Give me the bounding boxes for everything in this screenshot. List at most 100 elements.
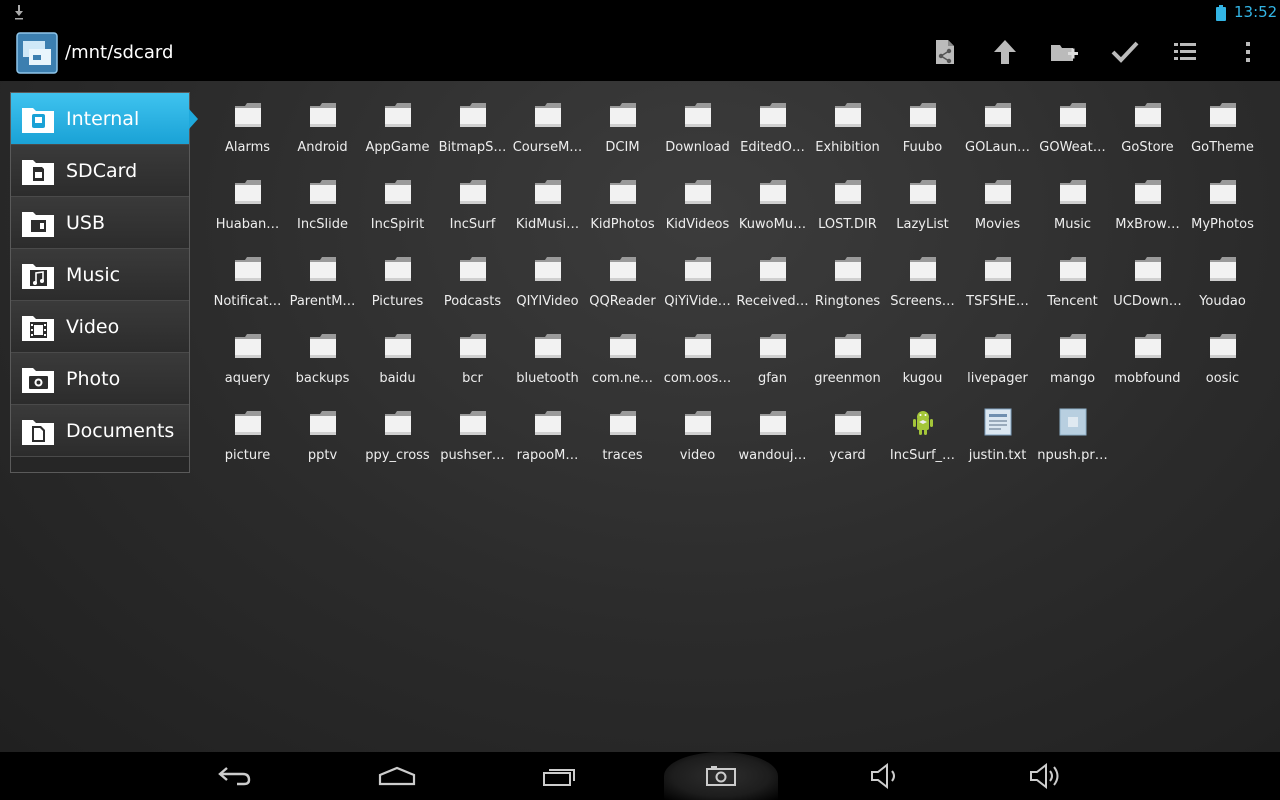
sidebar-item-internal[interactable]: Internal: [11, 93, 198, 145]
folder-item[interactable]: rapooM…: [510, 400, 585, 477]
folder-item[interactable]: EditedO…: [735, 92, 810, 169]
folder-item[interactable]: IncSlide: [285, 169, 360, 246]
folder-item[interactable]: kugou: [885, 323, 960, 400]
folder-item[interactable]: Android: [285, 92, 360, 169]
folder-item[interactable]: ppy_cross: [360, 400, 435, 477]
file-item[interactable]: IncSurf_…: [885, 400, 960, 477]
folder-item[interactable]: QiYiVide…: [660, 246, 735, 323]
folder-icon: [310, 257, 336, 281]
folder-item[interactable]: KidVideos: [660, 169, 735, 246]
folder-item[interactable]: Exhibition: [810, 92, 885, 169]
share-button[interactable]: [925, 34, 965, 70]
folder-item[interactable]: UCDown…: [1110, 246, 1185, 323]
folder-item[interactable]: bcr: [435, 323, 510, 400]
file-item[interactable]: npush.pr…: [1035, 400, 1110, 477]
folder-item[interactable]: traces: [585, 400, 660, 477]
folder-item[interactable]: GOLaun…: [960, 92, 1035, 169]
folder-item[interactable]: gfan: [735, 323, 810, 400]
folder-item[interactable]: wandouj…: [735, 400, 810, 477]
file-item[interactable]: justin.txt: [960, 400, 1035, 477]
folder-icon: [610, 103, 636, 127]
folder-item[interactable]: MxBrow…: [1110, 169, 1185, 246]
file-name: IncSurf: [449, 217, 496, 232]
folder-item[interactable]: QQReader: [585, 246, 660, 323]
sidebar-item-music[interactable]: Music: [11, 249, 189, 301]
overflow-menu-button[interactable]: [1228, 34, 1268, 70]
file-name: aquery: [224, 371, 271, 386]
home-button[interactable]: [362, 752, 432, 800]
folder-item[interactable]: Podcasts: [435, 246, 510, 323]
folder-icon: [835, 180, 861, 204]
folder-item[interactable]: Screens…: [885, 246, 960, 323]
folder-item[interactable]: AppGame: [360, 92, 435, 169]
folder-item[interactable]: IncSurf: [435, 169, 510, 246]
folder-item[interactable]: Pictures: [360, 246, 435, 323]
folder-item[interactable]: mobfound: [1110, 323, 1185, 400]
sidebar-item-photo[interactable]: Photo: [11, 353, 189, 405]
app-logo-icon[interactable]: [16, 32, 58, 74]
file-name: video: [679, 448, 716, 463]
folder-item[interactable]: Youdao: [1185, 246, 1260, 323]
folder-item[interactable]: Movies: [960, 169, 1035, 246]
folder-item[interactable]: mango: [1035, 323, 1110, 400]
folder-item[interactable]: ParentM…: [285, 246, 360, 323]
sidebar-item-documents[interactable]: Documents: [11, 405, 189, 457]
folder-item[interactable]: bluetooth: [510, 323, 585, 400]
folder-item[interactable]: CourseM…: [510, 92, 585, 169]
folder-item[interactable]: DCIM: [585, 92, 660, 169]
up-directory-button[interactable]: [985, 34, 1025, 70]
folder-icon: [310, 334, 336, 358]
folder-item[interactable]: picture: [210, 400, 285, 477]
folder-item[interactable]: GOWeat…: [1035, 92, 1110, 169]
folder-item[interactable]: livepager: [960, 323, 1035, 400]
folder-item[interactable]: Music: [1035, 169, 1110, 246]
folder-icon: [760, 257, 786, 281]
file-name: Fuubo: [902, 140, 943, 155]
folder-item[interactable]: Huaban…: [210, 169, 285, 246]
volume-down-button[interactable]: [850, 752, 920, 800]
folder-item[interactable]: BitmapS…: [435, 92, 510, 169]
sidebar-item-usb[interactable]: USB: [11, 197, 189, 249]
sidebar-item-sdcard[interactable]: SDCard: [11, 145, 189, 197]
folder-item[interactable]: baidu: [360, 323, 435, 400]
folder-item[interactable]: IncSpirit: [360, 169, 435, 246]
folder-item[interactable]: TSFSHE…: [960, 246, 1035, 323]
folder-item[interactable]: Tencent: [1035, 246, 1110, 323]
screenshot-button[interactable]: [664, 752, 778, 800]
folder-item[interactable]: com.ne…: [585, 323, 660, 400]
file-name: oosic: [1205, 371, 1240, 386]
file-name: picture: [224, 448, 271, 463]
folder-item[interactable]: Notificat…: [210, 246, 285, 323]
folder-item[interactable]: KuwoMu…: [735, 169, 810, 246]
folder-item[interactable]: LazyList: [885, 169, 960, 246]
folder-item[interactable]: video: [660, 400, 735, 477]
folder-item[interactable]: com.oos…: [660, 323, 735, 400]
folder-item[interactable]: LOST.DIR: [810, 169, 885, 246]
back-button[interactable]: [200, 752, 270, 800]
volume-up-button[interactable]: [1010, 752, 1080, 800]
folder-item[interactable]: Ringtones: [810, 246, 885, 323]
folder-item[interactable]: pptv: [285, 400, 360, 477]
folder-item[interactable]: GoStore: [1110, 92, 1185, 169]
folder-item[interactable]: aquery: [210, 323, 285, 400]
folder-item[interactable]: KidMusi…: [510, 169, 585, 246]
folder-item[interactable]: backups: [285, 323, 360, 400]
folder-item[interactable]: ycard: [810, 400, 885, 477]
folder-item[interactable]: greenmon: [810, 323, 885, 400]
select-button[interactable]: [1105, 34, 1145, 70]
folder-item[interactable]: KidPhotos: [585, 169, 660, 246]
folder-item[interactable]: pushser…: [435, 400, 510, 477]
new-folder-button[interactable]: [1044, 34, 1084, 70]
sidebar-item-video[interactable]: Video: [11, 301, 189, 353]
folder-item[interactable]: Received…: [735, 246, 810, 323]
file-name: pptv: [307, 448, 338, 463]
view-mode-button[interactable]: [1165, 34, 1205, 70]
folder-item[interactable]: Alarms: [210, 92, 285, 169]
folder-item[interactable]: MyPhotos: [1185, 169, 1260, 246]
recent-apps-button[interactable]: [525, 752, 595, 800]
folder-item[interactable]: oosic: [1185, 323, 1260, 400]
folder-item[interactable]: Download: [660, 92, 735, 169]
folder-item[interactable]: GoTheme: [1185, 92, 1260, 169]
folder-item[interactable]: QIYIVideo: [510, 246, 585, 323]
folder-item[interactable]: Fuubo: [885, 92, 960, 169]
